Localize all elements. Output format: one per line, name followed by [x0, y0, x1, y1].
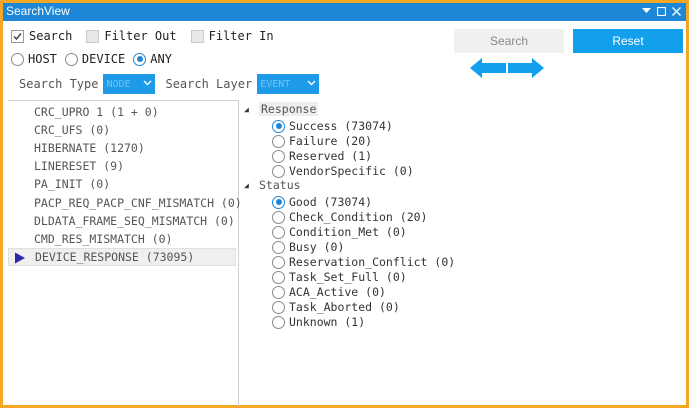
status-option[interactable]: Good (73074): [272, 195, 372, 209]
search-type-label: Search Type: [19, 77, 99, 91]
search-checkbox-label: Search: [29, 29, 73, 43]
collapse-triangle-icon[interactable]: ◢: [244, 105, 254, 114]
radio-button[interactable]: [272, 225, 285, 239]
chevron-down-icon: [307, 78, 316, 90]
dropdown-arrow-icon[interactable]: [641, 3, 652, 19]
next-arrow-icon[interactable]: [508, 58, 544, 81]
event-list-item[interactable]: CRC_UPRO 1 (1 + 0): [8, 103, 236, 121]
search-button[interactable]: Search: [454, 29, 564, 53]
search-type-value: NODE: [106, 78, 131, 90]
radio-button[interactable]: [272, 315, 285, 329]
status-option[interactable]: Task_Set_Full (0): [272, 270, 407, 284]
device-radio[interactable]: [64, 52, 78, 66]
event-list-item[interactable]: HIBERNATE (1270): [8, 139, 236, 157]
any-radio[interactable]: [133, 52, 147, 66]
radio-button[interactable]: [272, 210, 285, 224]
device-radio-label: DEVICE: [81, 52, 126, 66]
title-bar-buttons: [641, 3, 682, 19]
response-option[interactable]: Reserved (1): [272, 149, 372, 163]
status-option[interactable]: Unknown (1): [272, 315, 365, 329]
search-layer-label: Search Layer: [165, 77, 253, 91]
window-title: SearchView: [6, 4, 70, 18]
filter-in-checkbox[interactable]: [190, 29, 204, 43]
play-triangle-icon: [14, 252, 26, 267]
search-toolbar: Search Filter Out Filter In HOST DEVICE …: [3, 21, 686, 99]
search-type-select[interactable]: NODE: [103, 74, 156, 94]
reset-button[interactable]: Reset: [573, 29, 683, 53]
search-mode-row: Search Filter Out Filter In: [11, 29, 288, 43]
search-layer-value: EVENT: [260, 78, 291, 90]
response-group-header[interactable]: ◢ Response: [244, 102, 319, 116]
navigation-arrows: [470, 58, 544, 81]
radio-button[interactable]: [272, 195, 285, 209]
host-radio-label: HOST: [28, 52, 57, 66]
radio-button[interactable]: [272, 300, 285, 314]
response-option[interactable]: Success (73074): [272, 119, 393, 133]
event-list-item[interactable]: PACP_REQ_PACP_CNF_MISMATCH (0): [8, 194, 242, 212]
any-radio-label: ANY: [150, 52, 172, 66]
response-option[interactable]: Failure (20): [272, 134, 372, 148]
response-group-label: Response: [259, 102, 319, 116]
radio-button[interactable]: [272, 285, 285, 299]
status-group-label: Status: [259, 178, 301, 192]
radio-button[interactable]: [272, 255, 285, 269]
status-option[interactable]: Task_Aborted (0): [272, 300, 400, 314]
response-option[interactable]: VendorSpecific (0): [272, 164, 414, 178]
search-view-window: SearchView Search Filter Out Filter In H…: [0, 0, 689, 408]
event-list[interactable]: CRC_UPRO 1 (1 + 0) CRC_UFS (0) HIBERNATE…: [8, 100, 242, 406]
status-option[interactable]: Busy (0): [272, 240, 344, 254]
title-bar[interactable]: SearchView: [3, 3, 686, 21]
event-list-item[interactable]: DLDATA_FRAME_SEQ_MISMATCH (0): [8, 212, 236, 230]
filter-out-checkbox[interactable]: [86, 29, 100, 43]
event-list-item[interactable]: CMD_RES_MISMATCH (0): [8, 230, 236, 248]
radio-button[interactable]: [272, 240, 285, 254]
filter-options-panel: ◢ Response Success (73074) Failure (20) …: [240, 100, 686, 406]
event-list-item[interactable]: CRC_UFS (0): [8, 121, 236, 139]
search-filters-row: Search Type NODE Search Layer EVENT: [19, 74, 320, 94]
search-checkbox[interactable]: [11, 29, 24, 43]
search-layer-select[interactable]: EVENT: [257, 74, 320, 94]
status-option[interactable]: Check_Condition (20): [272, 210, 427, 224]
maximize-icon[interactable]: [656, 3, 667, 19]
filter-out-label: Filter Out: [104, 29, 177, 43]
radio-button[interactable]: [272, 164, 285, 178]
event-list-item[interactable]: PA_INIT (0): [8, 175, 236, 193]
radio-button[interactable]: [272, 119, 285, 133]
scope-row: HOST DEVICE ANY: [11, 52, 180, 66]
chevron-down-icon: [143, 78, 152, 90]
radio-button[interactable]: [272, 149, 285, 163]
host-radio[interactable]: [11, 52, 24, 66]
status-option[interactable]: Condition_Met (0): [272, 225, 407, 239]
collapse-triangle-icon[interactable]: ◢: [244, 181, 254, 190]
status-group-header[interactable]: ◢ Status: [244, 178, 301, 192]
radio-button[interactable]: [272, 134, 285, 148]
status-option[interactable]: Reservation_Conflict (0): [272, 255, 455, 269]
close-icon[interactable]: [671, 3, 682, 19]
filter-in-label: Filter In: [208, 29, 274, 43]
event-list-item-selected[interactable]: DEVICE_RESPONSE (73095): [8, 248, 236, 266]
event-list-item[interactable]: LINERESET (9): [8, 157, 236, 175]
previous-arrow-icon[interactable]: [470, 58, 506, 81]
radio-button[interactable]: [272, 270, 285, 284]
status-option[interactable]: ACA_Active (0): [272, 285, 386, 299]
